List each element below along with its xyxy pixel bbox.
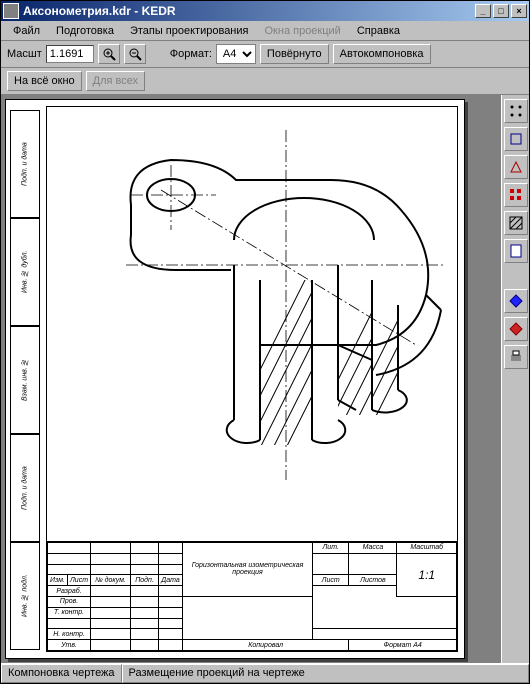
close-button[interactable]: × (511, 4, 527, 18)
scale-input[interactable] (46, 45, 94, 63)
maximize-button[interactable]: □ (493, 4, 509, 18)
zoom-out-icon (128, 47, 142, 61)
side-tool-red[interactable] (504, 317, 528, 341)
app-icon (3, 3, 19, 19)
body-icon (508, 131, 524, 147)
zoom-out-button[interactable] (124, 44, 146, 64)
toolbar-1: Масшт Формат: A4 Повёрнуто Автокомпоновк… (1, 41, 529, 68)
minimize-button[interactable]: _ (475, 4, 491, 18)
side-tool-grid[interactable] (504, 183, 528, 207)
dots-icon (508, 103, 524, 119)
side-tool-blue[interactable] (504, 289, 528, 313)
printer-icon (508, 349, 524, 365)
side-cell-4: Подп. и дата (10, 434, 40, 542)
workspace: Подп. и дата Инв. № дубл. Взам. инв. № П… (1, 95, 529, 663)
fit-window-button[interactable]: На всё окно (7, 71, 82, 91)
side-tool-print[interactable] (504, 345, 528, 369)
side-tool-stand[interactable] (504, 155, 528, 179)
drawing-sheet: Подп. и дата Инв. № дубл. Взам. инв. № П… (5, 99, 465, 659)
side-tool-hatch[interactable] (504, 211, 528, 235)
window-title: Аксонометрия.kdr - KEDR (23, 4, 473, 18)
format-label: Формат: (170, 48, 212, 60)
grid-icon (508, 187, 524, 203)
menubar: Файл Подготовка Этапы проектирования Окн… (1, 21, 529, 41)
app-window: Аксонометрия.kdr - KEDR _ □ × Файл Подго… (0, 0, 530, 684)
autolayout-button[interactable]: Автокомпоновка (333, 44, 431, 64)
rotated-button[interactable]: Повёрнуто (260, 44, 329, 64)
side-cell-1: Подп. и дата (10, 110, 40, 218)
tb-caption: Горизонтальная изометрическая проекция (183, 543, 313, 597)
menu-proj-windows[interactable]: Окна проекций (257, 23, 349, 39)
menu-help[interactable]: Справка (349, 23, 408, 39)
side-stamp: Подп. и дата Инв. № дубл. Взам. инв. № П… (10, 110, 40, 650)
toolbar-2: На всё окно Для всех (1, 68, 529, 95)
zoom-in-icon (102, 47, 116, 61)
menu-file[interactable]: Файл (5, 23, 48, 39)
side-tool-body[interactable] (504, 127, 528, 151)
canvas-area[interactable]: Подп. и дата Инв. № дубл. Взам. инв. № П… (1, 95, 501, 663)
side-tool-dots[interactable] (504, 99, 528, 123)
diamond-red-icon (508, 321, 524, 337)
statusbar: Компоновка чертежа Размещение проекций н… (1, 663, 529, 683)
titlebar: Аксонометрия.kdr - KEDR _ □ × (1, 1, 529, 21)
diamond-blue-icon (508, 293, 524, 309)
format-select[interactable]: A4 (216, 44, 256, 64)
title-block: Горизонтальная изометрическая проекцияЛи… (47, 541, 457, 651)
menu-stages[interactable]: Этапы проектирования (122, 23, 257, 39)
side-cell-3: Взам. инв. № (10, 326, 40, 434)
hatch-icon (508, 215, 524, 231)
side-cell-5: Инв. № подл. (10, 542, 40, 650)
isometric-drawing (56, 110, 456, 510)
scale-label: Масшт (7, 48, 42, 60)
status-cell-1: Компоновка чертежа (1, 664, 122, 683)
menu-prep[interactable]: Подготовка (48, 23, 122, 39)
side-cell-2: Инв. № дубл. (10, 218, 40, 326)
zoom-in-button[interactable] (98, 44, 120, 64)
side-tool-page[interactable] (504, 239, 528, 263)
page-icon (508, 243, 524, 259)
status-cell-2: Размещение проекций на чертеже (122, 664, 529, 683)
side-toolbar (501, 95, 529, 663)
for-all-button[interactable]: Для всех (86, 71, 145, 91)
stand-icon (508, 159, 524, 175)
